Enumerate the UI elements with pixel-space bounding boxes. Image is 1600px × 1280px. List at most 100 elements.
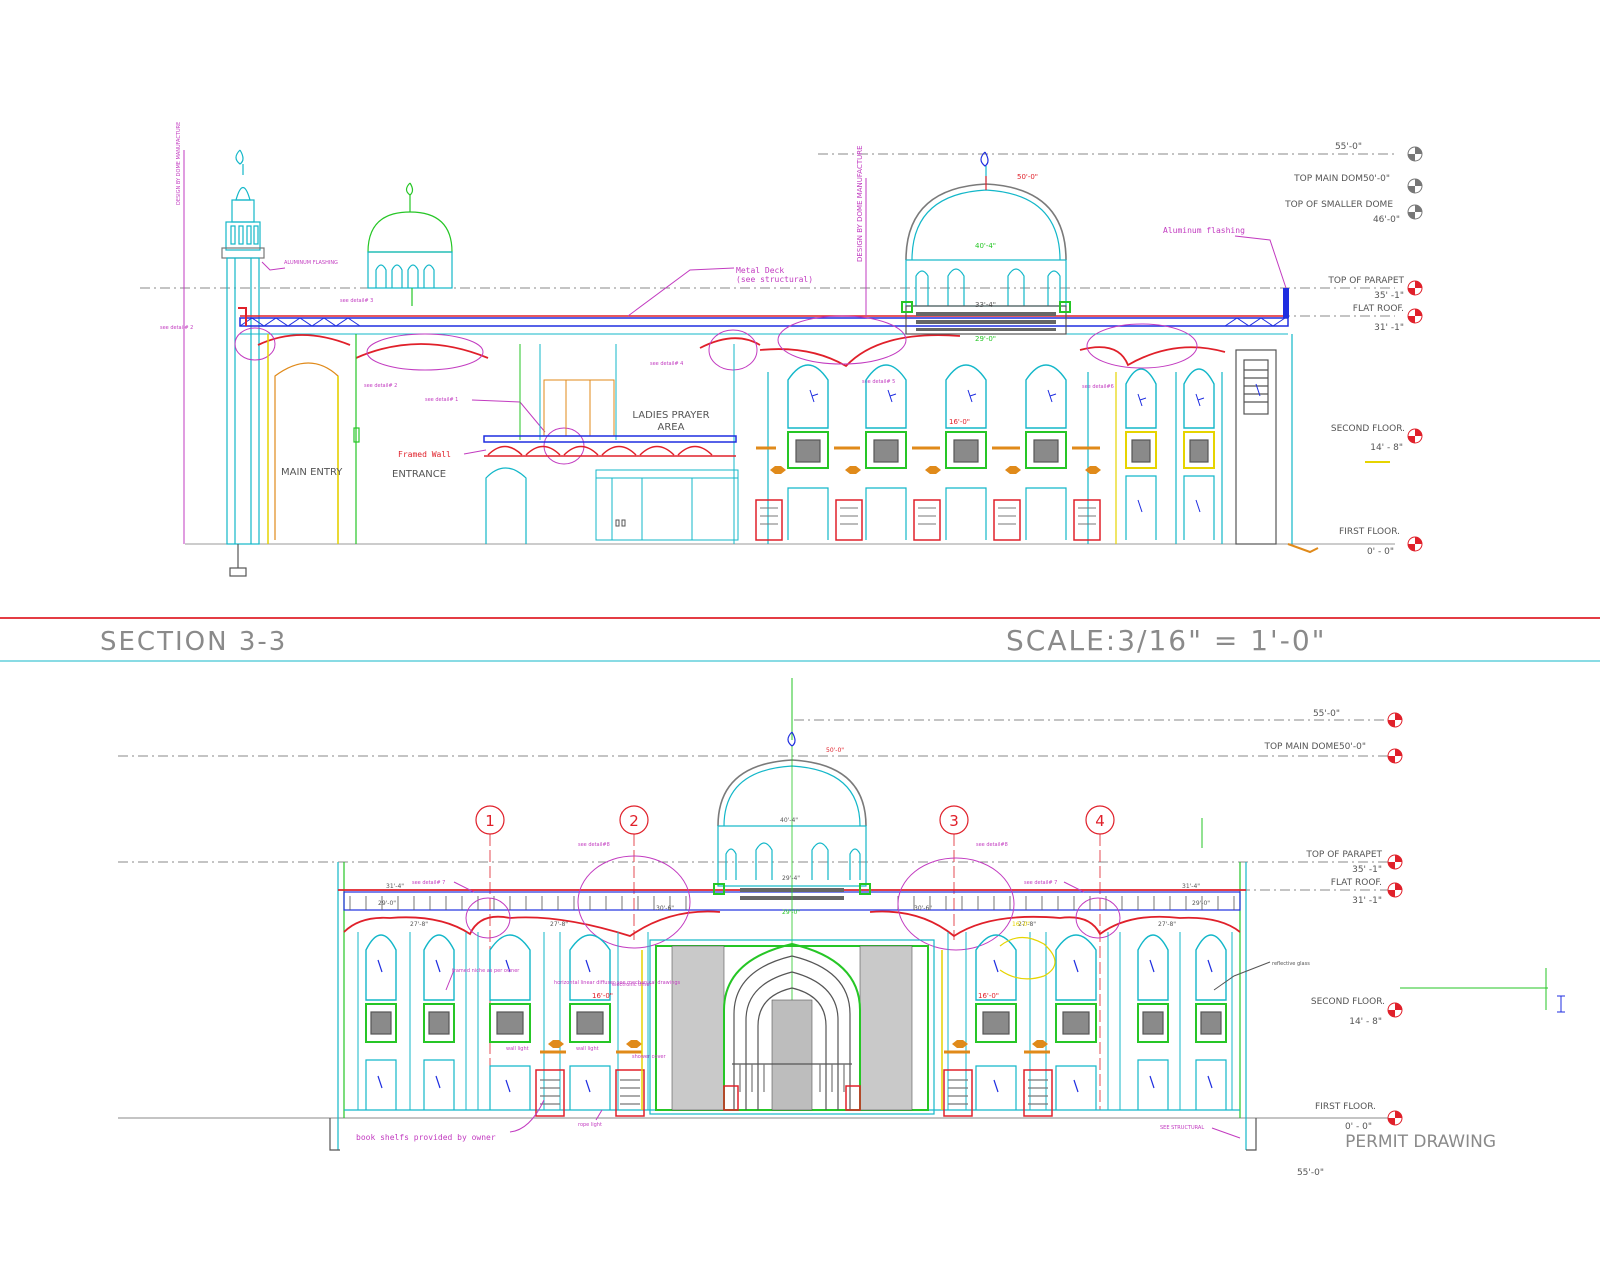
minaret [221,149,265,577]
see-detail-7a: see detail# 7 [412,880,445,886]
level-symbol-top [1407,146,1423,162]
see-detail-left: see detail#8 [578,842,610,848]
level2-symbol-first [1387,1110,1403,1126]
roof-truss [238,288,1289,335]
dim-29-b: 29'-0" [1192,900,1210,907]
lower-dim-base: 29'-4" [782,875,800,882]
dim-dome-low: 29'-0" [975,335,996,343]
see-detail-a: see detail# 3 [340,298,373,304]
level-text-small-dome: TOP OF SMALLER DOME [1284,200,1393,210]
see-detail-7b: see detail# 7 [1024,880,1057,886]
see-detail-f: see detail# 5 [862,379,895,385]
level2-value-parapet: 35' -1" [1352,865,1382,875]
level-value-first-floor: 0' - 0" [1367,547,1394,557]
dim-27-a: 27'-8" [410,921,428,928]
section-upper: 55'-0" TOP MAIN DOM50'-0" TOP OF SMALLER… [140,122,1423,577]
right-bays [943,932,1233,1117]
level2-text-dome: TOP MAIN DOME50'-0" [1263,742,1366,752]
framed-wall [483,435,737,457]
level-symbol-small-dome [1407,204,1423,220]
level-value-small-dome: 46'-0" [1373,215,1400,225]
dim-27-d: 27'-8" [1158,921,1176,928]
level2-symbol-second [1387,1002,1403,1018]
dim-dome-mid: 40'-4" [975,242,996,250]
dim-29-a: 29'-0" [378,900,396,907]
framed-niche-note: framed niche as per owner [452,968,520,974]
level-symbol-first-floor [1407,536,1423,552]
level-value-flat-roof: 31' -1" [1374,323,1404,333]
level2-text-second: SECOND FLOOR. [1311,997,1385,1007]
lower-dim-dome: 40'-4" [780,817,798,824]
see-structural-note: SEE STRUCTURAL [1160,1125,1204,1131]
main-entry-arch [267,334,360,544]
roof-arches [257,334,1226,368]
aluminum-small-note: ALUMINUM FLASHING [284,260,338,266]
aluminum-small-leader [261,261,286,271]
scale-title: SCALE:3/16" = 1'-0" [1006,624,1327,657]
electronic-timer-note: electronic timer [612,982,652,988]
see-structural-leader [1211,1127,1241,1139]
rope-light-note: rope light [578,1122,602,1128]
lower-dim-top: 50'-0" [826,747,844,754]
dim-31-right: 31'-4" [1182,883,1200,890]
level-value-second-floor: 14' - 8" [1370,443,1403,453]
left-bays [357,932,649,1117]
grid-label-4: 4 [1095,812,1105,830]
detail-d-leader [471,399,546,433]
wall-light-note: wall light [506,1046,529,1052]
section-lower: 55'-0" TOP MAIN DOME50'-0" TOP OF PARAPE… [118,678,1565,1178]
dim-window: 16'-0" [949,418,970,426]
dim-16-c: 16'-0" [1012,921,1030,928]
level-text-parapet: TOP OF PARAPET [1327,276,1404,286]
see-detail-g: see detail#6 [1082,384,1114,390]
reflective-glass-leader [1213,961,1271,991]
lower-detail-callouts [465,855,1121,951]
level2-symbol-parapet [1387,854,1403,870]
interior-walls [519,344,735,544]
wall-light-note-b: wall light [576,1046,599,1052]
level2-text-flat: FLAT ROOF. [1331,878,1382,888]
grid-label-3: 3 [949,812,959,830]
aluminum-flashing-leader [1234,235,1287,289]
level2-text-top: 55'-0" [1313,709,1340,719]
dim-30-b: 30'-6" [914,905,932,912]
section-title-bar: SECTION 3-3 SCALE:3/16" = 1'-0" [0,617,1600,662]
level-text-second-floor: SECOND FLOOR. [1331,424,1405,434]
text-cursor-glyph [1557,995,1565,1013]
dome-vertical-note: DESIGN BY DOME MANUFACTURE [856,145,864,262]
level-symbol-flat-roof [1407,308,1423,324]
grid-label-2: 2 [629,812,639,830]
reflective-glass-note: reflective glass [1272,961,1310,967]
bottom-level-label: 55'-0" [1297,1168,1324,1178]
see-detail-b: see detail# 2 [160,325,193,331]
level-symbol-main-dome [1407,178,1423,194]
parapet-flashing-block [1283,288,1289,318]
lower-dim-low: 29'-0" [782,909,800,916]
dim-16-b: 16'-0" [592,992,613,1000]
storefront [595,469,739,541]
level2-symbol-top [1387,712,1403,728]
level2-text-first: FIRST FLOOR. [1315,1102,1376,1112]
level-text-top: 55'-0" [1335,142,1362,152]
architectural-sections-drawing: 55'-0" TOP MAIN DOM50'-0" TOP OF SMALLER… [0,122,1600,1178]
see-detail-d: see detail# 1 [425,397,458,403]
level2-value-first: 0' - 0" [1345,1122,1372,1132]
level2-symbol-dome [1387,748,1403,764]
level-text-main-dome: TOP MAIN DOM50'-0" [1293,174,1390,184]
level-symbol-second-floor [1407,428,1423,444]
small-dome [367,182,453,306]
framed-wall-note: Framed Wall [398,450,451,459]
permit-drawing-label: PERMIT DRAWING [1345,1132,1496,1152]
framed-wall-leader [463,449,487,455]
dim-dome-top: 50'-0" [1017,173,1038,181]
see-detail-right: see detail#8 [976,842,1008,848]
level-value-parapet: 35' -1" [1374,291,1404,301]
see-detail-e: see detail# 4 [650,361,683,367]
dim-16-a: 16'-0" [978,992,999,1000]
room-main-entry: MAIN ENTRY [281,467,343,478]
level2-value-second: 14' - 8" [1349,1017,1382,1027]
level-symbol-parapet [1407,280,1423,296]
dim-dome-base: 33'-4" [975,301,996,309]
dim-27-b: 27'-8" [550,921,568,928]
room-ladies-2: AREA [658,422,685,433]
